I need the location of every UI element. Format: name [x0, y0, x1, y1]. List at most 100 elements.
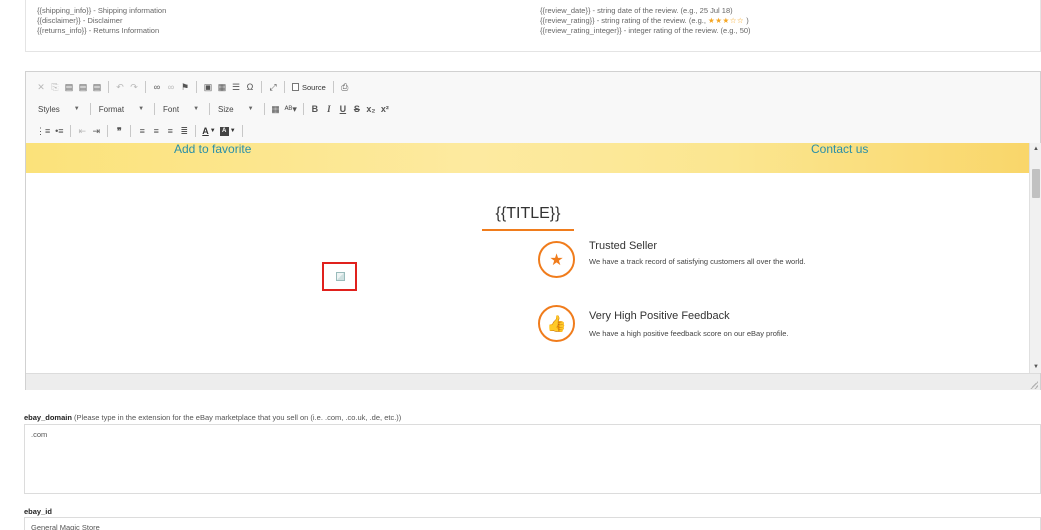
editor-status-bar	[26, 373, 1040, 390]
cut-icon[interactable]: ✕	[34, 79, 48, 95]
italic-icon[interactable]: I	[322, 101, 336, 117]
placeholder-list-right: {{review_date}} - string date of the rev…	[540, 6, 751, 36]
indent-icon[interactable]: ⇥	[89, 123, 103, 139]
link-icon[interactable]: ∞	[150, 79, 164, 95]
broken-image-icon	[336, 272, 345, 281]
toolbar-separator	[332, 81, 334, 93]
format-dropdown-label: Format	[98, 104, 125, 114]
ebay-domain-field-name: ebay_domain	[24, 413, 72, 422]
source-button-label: Source	[302, 82, 326, 92]
toolbar-row-2: Styles ▼ Format ▼ Font ▼ Size ▼ ▦ ᴬᴮ▾ B …	[34, 100, 392, 118]
blockquote-icon[interactable]: ❞	[112, 123, 126, 139]
superscript-icon[interactable]: x²	[378, 101, 392, 117]
strikethrough-icon[interactable]: S	[350, 101, 364, 117]
placeholder-shipping-info: {{shipping_info}} - Shipping information	[37, 6, 167, 15]
special-char-icon[interactable]: Ω	[243, 79, 257, 95]
font-dropdown[interactable]: Font ▼	[159, 101, 205, 117]
rating-stars-icon: ★★★☆☆	[708, 16, 745, 25]
toolbar-separator	[241, 125, 243, 137]
title-underline	[482, 229, 574, 231]
image-icon[interactable]: ▣	[201, 79, 215, 95]
ebay-id-field[interactable]: General Magic Store	[24, 517, 1041, 530]
toolbar-separator	[196, 81, 197, 93]
toolbar-separator	[263, 103, 265, 115]
subscript-icon[interactable]: x₂	[364, 101, 378, 117]
undo-icon[interactable]: ↶	[113, 79, 127, 95]
add-to-favorite-link[interactable]: Add to favorite	[174, 143, 251, 156]
text-color-icon: A	[202, 126, 209, 136]
spellcheck-icon[interactable]: ᴬᴮ▾	[283, 101, 299, 117]
numbered-list-icon[interactable]: ⋮≡	[34, 123, 52, 139]
review-rating-suffix: )	[746, 16, 749, 25]
broken-image-placeholder[interactable]	[322, 262, 357, 291]
editor-content-area[interactable]: Add to favorite Contact us {{TITLE}} ★ T…	[26, 143, 1029, 373]
toolbar-separator	[261, 81, 262, 93]
chevron-down-icon: ▼	[138, 106, 145, 112]
anchor-flag-icon[interactable]: ⚑	[178, 79, 192, 95]
placeholder-review-rating: {{review_rating}} - string rating of the…	[540, 16, 751, 26]
placeholder-list-left: {{shipping_info}} - Shipping information…	[37, 6, 166, 36]
scrollbar-thumb[interactable]	[1032, 169, 1040, 198]
toolbar-separator	[195, 125, 197, 137]
paste-icon[interactable]: ▤	[62, 79, 76, 95]
styles-dropdown[interactable]: Styles ▼	[34, 101, 86, 117]
placeholder-review-date: {{review_date}} - string date of the rev…	[540, 6, 733, 15]
ebay-domain-label: ebay_domain (Please type in the extensio…	[24, 413, 401, 422]
template-icon[interactable]: ⎙	[338, 79, 352, 95]
toolbar-separator	[89, 103, 91, 115]
feature-desc-trusted-seller: We have a track record of satisfying cus…	[589, 257, 806, 266]
toolbar-row-1: ✕ ⎘ ▤ ▤ ▤ ↶ ↷ ∞ ∞ ⚑ ▣ ▦ ☰ Ω ⤢ Source ⎙	[34, 78, 352, 96]
format-dropdown[interactable]: Format ▼	[95, 101, 150, 117]
align-right-icon[interactable]: ≡	[163, 123, 177, 139]
scroll-up-arrow-icon[interactable]: ▲	[1030, 143, 1041, 155]
unlink-icon[interactable]: ∞	[164, 79, 178, 95]
ebay-id-field-name: ebay_id	[24, 507, 52, 516]
toolbar-separator	[70, 125, 72, 137]
table-icon[interactable]: ▦	[215, 79, 229, 95]
bold-icon[interactable]: B	[308, 101, 322, 117]
toolbar-separator	[209, 103, 211, 115]
star-icon: ★	[538, 241, 575, 278]
copy-icon[interactable]: ⎘	[48, 79, 62, 95]
placeholder-review-rating-integer: {{review_rating_integer}} - integer rati…	[540, 26, 751, 35]
toolbar-separator	[145, 81, 146, 93]
contact-us-link[interactable]: Contact us	[811, 143, 868, 156]
background-color-button[interactable]: A ▼	[218, 126, 238, 136]
ebay-domain-field[interactable]: .com	[24, 424, 1041, 494]
source-button[interactable]: Source	[289, 83, 329, 92]
thumbs-up-icon: 👍	[538, 305, 575, 342]
redo-icon[interactable]: ↷	[127, 79, 141, 95]
placeholder-reference-box: {{shipping_info}} - Shipping information…	[25, 0, 1041, 52]
chevron-down-icon: ▼	[209, 128, 216, 134]
underline-icon[interactable]: U	[336, 101, 350, 117]
horizontal-line-icon[interactable]: ☰	[229, 79, 243, 95]
paste-word-icon[interactable]: ▤	[90, 79, 104, 95]
toolbar-separator	[302, 103, 304, 115]
review-rating-text: {{review_rating}} - string rating of the…	[540, 16, 706, 25]
bulleted-list-icon[interactable]: •≡	[52, 123, 66, 139]
placeholder-disclaimer: {{disclaimer}} - Disclaimer	[37, 16, 123, 25]
chevron-down-icon: ▼	[193, 106, 200, 112]
background-color-icon: A	[219, 126, 229, 136]
ebay-id-label: ebay_id	[24, 507, 52, 516]
align-justify-icon[interactable]: ≣	[177, 123, 191, 139]
feature-title-trusted-seller: Trusted Seller	[589, 240, 658, 252]
toolbar-row-3: ⋮≡ •≡ ⇤ ⇥ ❞ ≡ ≡ ≡ ≣ A ▼ A ▼	[34, 122, 247, 140]
bidi-icon[interactable]: ▦	[269, 101, 283, 117]
editor-vertical-scrollbar[interactable]: ▲ ▼	[1029, 143, 1041, 373]
align-center-icon[interactable]: ≡	[149, 123, 163, 139]
outdent-icon[interactable]: ⇤	[75, 123, 89, 139]
resize-grip-icon[interactable]	[1030, 381, 1038, 389]
paste-text-icon[interactable]: ▤	[76, 79, 90, 95]
font-dropdown-label: Font	[163, 104, 180, 114]
size-dropdown-label: Size	[218, 104, 234, 114]
text-color-button[interactable]: A ▼	[200, 126, 217, 136]
maximize-icon[interactable]: ⤢	[266, 79, 280, 95]
source-doc-icon	[292, 83, 299, 91]
styles-dropdown-label: Styles	[38, 104, 60, 114]
size-dropdown[interactable]: Size ▼	[214, 101, 260, 117]
align-left-icon[interactable]: ≡	[135, 123, 149, 139]
listing-title: {{TITLE}}	[495, 205, 561, 222]
scroll-down-arrow-icon[interactable]: ▼	[1030, 361, 1041, 373]
editor-toolbar: ✕ ⎘ ▤ ▤ ▤ ↶ ↷ ∞ ∞ ⚑ ▣ ▦ ☰ Ω ⤢ Source ⎙ S…	[26, 72, 1040, 143]
